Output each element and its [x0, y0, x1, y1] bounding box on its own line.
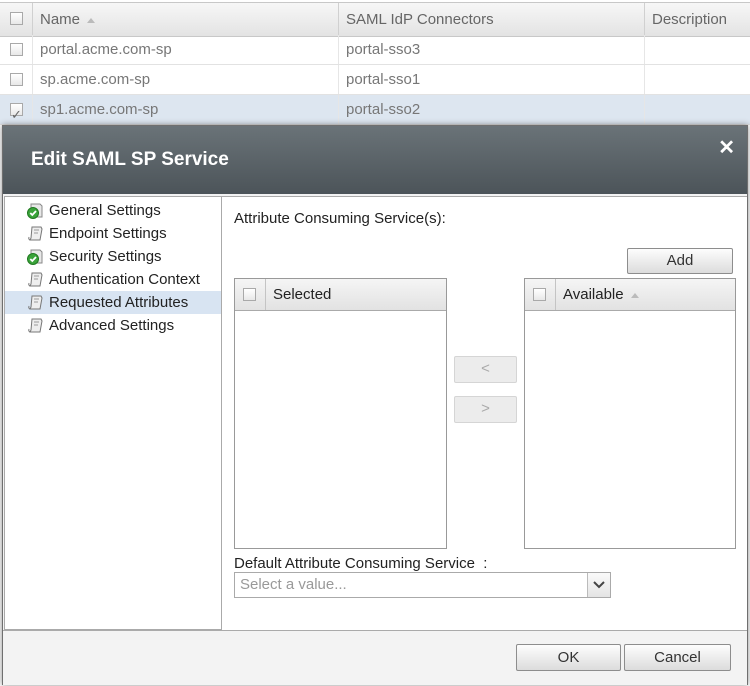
- row-checkbox[interactable]: [10, 73, 23, 86]
- sort-ascending-icon: [87, 17, 96, 23]
- available-header-label[interactable]: Available: [563, 279, 639, 310]
- default-acs-select[interactable]: Select a value...: [234, 572, 611, 598]
- row-name: sp1.acme.com-sp: [32, 95, 338, 124]
- selected-list-header: Selected: [235, 279, 446, 311]
- cancel-button[interactable]: Cancel: [624, 644, 731, 671]
- row-checkbox[interactable]: [10, 43, 23, 56]
- close-icon[interactable]: ✕: [718, 138, 735, 158]
- selected-header-label: Selected: [273, 286, 332, 303]
- column-header-description[interactable]: Description: [644, 3, 750, 36]
- nav-label: Authentication Context: [49, 271, 200, 288]
- nav-item-authentication-context[interactable]: Authentication Context: [5, 268, 221, 291]
- default-acs-label: Default Attribute Consuming Service :: [234, 555, 488, 572]
- acs-label: Attribute Consuming Service(s):: [234, 210, 446, 227]
- requested-attributes-panel: Attribute Consuming Service(s): Add Sele…: [222, 196, 747, 630]
- nav-label: Requested Attributes: [49, 294, 189, 311]
- column-header-connectors[interactable]: SAML IdP Connectors: [338, 3, 644, 36]
- table-header: Name SAML IdP Connectors Description: [0, 2, 750, 37]
- available-list[interactable]: Available: [524, 278, 736, 549]
- settings-nav: General Settings Endpoint Settings Secur…: [4, 196, 222, 630]
- row-checkbox-checked[interactable]: [10, 101, 23, 130]
- row-description: [644, 95, 750, 124]
- select-all-cell: [0, 3, 32, 36]
- row-description: [644, 35, 750, 64]
- table-row[interactable]: sp1.acme.com-sp portal-sso2: [0, 95, 750, 130]
- column-header-name-label: Name: [40, 11, 81, 28]
- dropdown-button[interactable]: [587, 573, 610, 597]
- green-check-icon: [27, 249, 43, 265]
- ok-button[interactable]: OK: [516, 644, 621, 671]
- select-all-checkbox[interactable]: [10, 12, 23, 25]
- scroll-icon: [28, 318, 43, 333]
- row-name: sp.acme.com-sp: [32, 65, 338, 94]
- select-placeholder: Select a value...: [240, 576, 347, 593]
- selected-list[interactable]: Selected: [234, 278, 447, 549]
- add-button[interactable]: Add: [627, 248, 733, 274]
- nav-item-general-settings[interactable]: General Settings: [5, 199, 221, 222]
- table-row[interactable]: portal.acme.com-sp portal-sso3: [0, 35, 750, 65]
- dialog-titlebar: Edit SAML SP Service ✕: [3, 126, 747, 194]
- edit-saml-sp-dialog: Edit SAML SP Service ✕ General Settings …: [2, 125, 748, 685]
- nav-label: Endpoint Settings: [49, 225, 167, 242]
- move-left-button[interactable]: <: [454, 356, 517, 383]
- row-connector: portal-sso3: [338, 35, 644, 64]
- nav-label: Security Settings: [49, 248, 162, 265]
- green-check-icon: [27, 203, 43, 219]
- row-connector: portal-sso2: [338, 95, 644, 124]
- column-header-name[interactable]: Name: [32, 3, 338, 36]
- chevron-down-icon: [593, 581, 605, 589]
- available-list-header: Available: [525, 279, 735, 311]
- available-select-all-checkbox[interactable]: [533, 288, 546, 301]
- row-connector: portal-sso1: [338, 65, 644, 94]
- nav-item-advanced-settings[interactable]: Advanced Settings: [5, 314, 221, 337]
- dialog-footer: OK Cancel: [3, 630, 747, 685]
- selected-select-all-checkbox[interactable]: [243, 288, 256, 301]
- scroll-icon: [28, 226, 43, 241]
- row-name: portal.acme.com-sp: [32, 35, 338, 64]
- dialog-title: Edit SAML SP Service: [31, 149, 229, 170]
- scroll-icon: [28, 272, 43, 287]
- nav-item-security-settings[interactable]: Security Settings: [5, 245, 221, 268]
- row-description: [644, 65, 750, 94]
- table-row[interactable]: sp.acme.com-sp portal-sso1: [0, 65, 750, 95]
- nav-label: Advanced Settings: [49, 317, 175, 334]
- nav-label: General Settings: [49, 202, 161, 219]
- nav-item-endpoint-settings[interactable]: Endpoint Settings: [5, 222, 221, 245]
- move-right-button[interactable]: >: [454, 396, 517, 423]
- scroll-icon: [28, 295, 43, 310]
- nav-item-requested-attributes[interactable]: Requested Attributes: [5, 291, 221, 314]
- sort-ascending-icon: [630, 292, 639, 298]
